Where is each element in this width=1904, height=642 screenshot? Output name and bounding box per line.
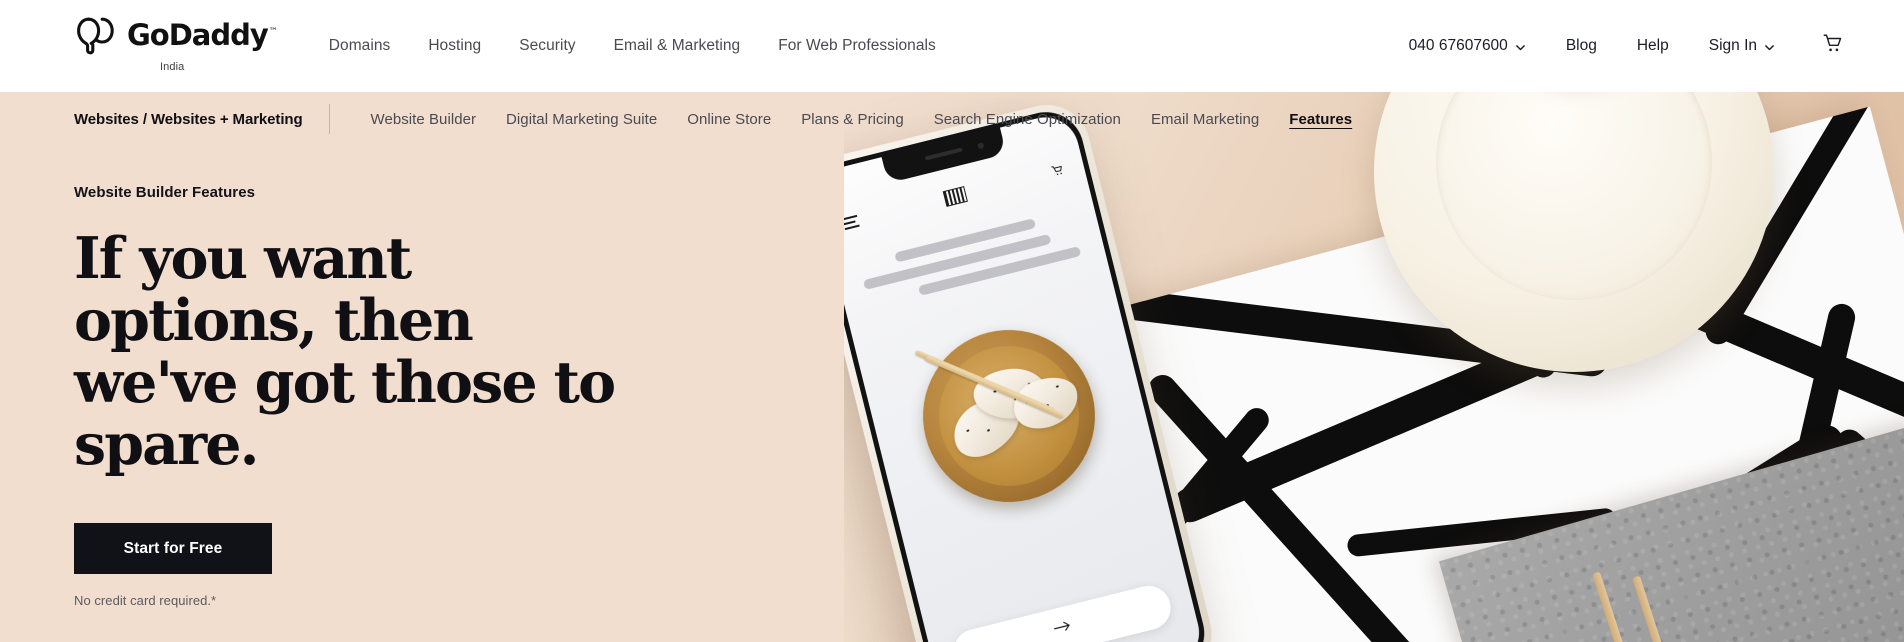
phone-cta-button[interactable] (949, 581, 1176, 642)
divider (328, 104, 330, 134)
subnav-item-website-builder[interactable]: Website Builder (356, 111, 492, 128)
hamburger-menu-icon[interactable] (844, 215, 860, 230)
dumplings-photo (904, 311, 1114, 521)
support-phone-dropdown[interactable]: 040 67607600 (1389, 37, 1546, 55)
subnav-item-features[interactable]: Features (1274, 111, 1367, 128)
nav-item-email-marketing[interactable]: Email & Marketing (595, 37, 760, 55)
subnav-item-email-marketing[interactable]: Email Marketing (1136, 111, 1274, 128)
shopping-cart-icon[interactable] (1050, 162, 1067, 179)
sign-in-label: Sign In (1708, 37, 1757, 54)
start-for-free-button[interactable]: Start for Free (74, 523, 272, 575)
secondary-navigation: Websites / Websites + Marketing Website … (0, 92, 1904, 146)
arrow-right-icon (1052, 619, 1073, 641)
hero-section: Website Builder Features If you want opt… (0, 92, 1904, 642)
header-utility-nav: 040 67607600 Blog Help Sign In (1389, 32, 1844, 60)
sign-in-dropdown[interactable]: Sign In (1689, 37, 1795, 55)
page-title: If you want options, then we've got thos… (74, 225, 616, 478)
hero-eyebrow: Website Builder Features (74, 184, 255, 201)
primary-navigation: Domains Hosting Security Email & Marketi… (310, 37, 955, 55)
subnav-item-plans-and-pricing[interactable]: Plans & Pricing (786, 111, 918, 128)
brand-logo[interactable]: GoDaddy™ India (74, 16, 278, 73)
hero-copy: Website Builder Features If you want opt… (74, 184, 694, 608)
subnav-item-online-store[interactable]: Online Store (672, 111, 786, 128)
brand-locale: India (160, 60, 185, 73)
support-phone-label: 040 67607600 (1408, 37, 1508, 54)
help-link[interactable]: Help (1617, 37, 1689, 55)
nav-item-hosting[interactable]: Hosting (409, 37, 500, 55)
nav-item-for-web-professionals[interactable]: For Web Professionals (759, 37, 955, 55)
chevron-down-icon (1515, 40, 1526, 51)
subnav-item-search-engine-optimization[interactable]: Search Engine Optimization (919, 111, 1136, 128)
nav-item-security[interactable]: Security (500, 37, 594, 55)
shopping-cart-button[interactable] (1795, 32, 1844, 60)
shopping-cart-icon (1821, 32, 1844, 60)
nav-item-domains[interactable]: Domains (310, 37, 410, 55)
brand-wordmark: GoDaddy™ (127, 18, 278, 52)
blog-link[interactable]: Blog (1546, 37, 1617, 55)
subnav-item-digital-marketing-suite[interactable]: Digital Marketing Suite (491, 111, 672, 128)
restaurant-logo-icon (942, 186, 968, 208)
trademark-symbol: ™ (268, 27, 278, 38)
godaddy-heart-logo-icon (74, 16, 118, 56)
top-header: GoDaddy™ India Domains Hosting Security … (0, 0, 1904, 92)
hero-fine-print: No credit card required.* (74, 593, 217, 609)
breadcrumb[interactable]: Websites / Websites + Marketing (74, 111, 329, 128)
chevron-down-icon (1764, 40, 1775, 51)
hero-image (844, 92, 1904, 642)
